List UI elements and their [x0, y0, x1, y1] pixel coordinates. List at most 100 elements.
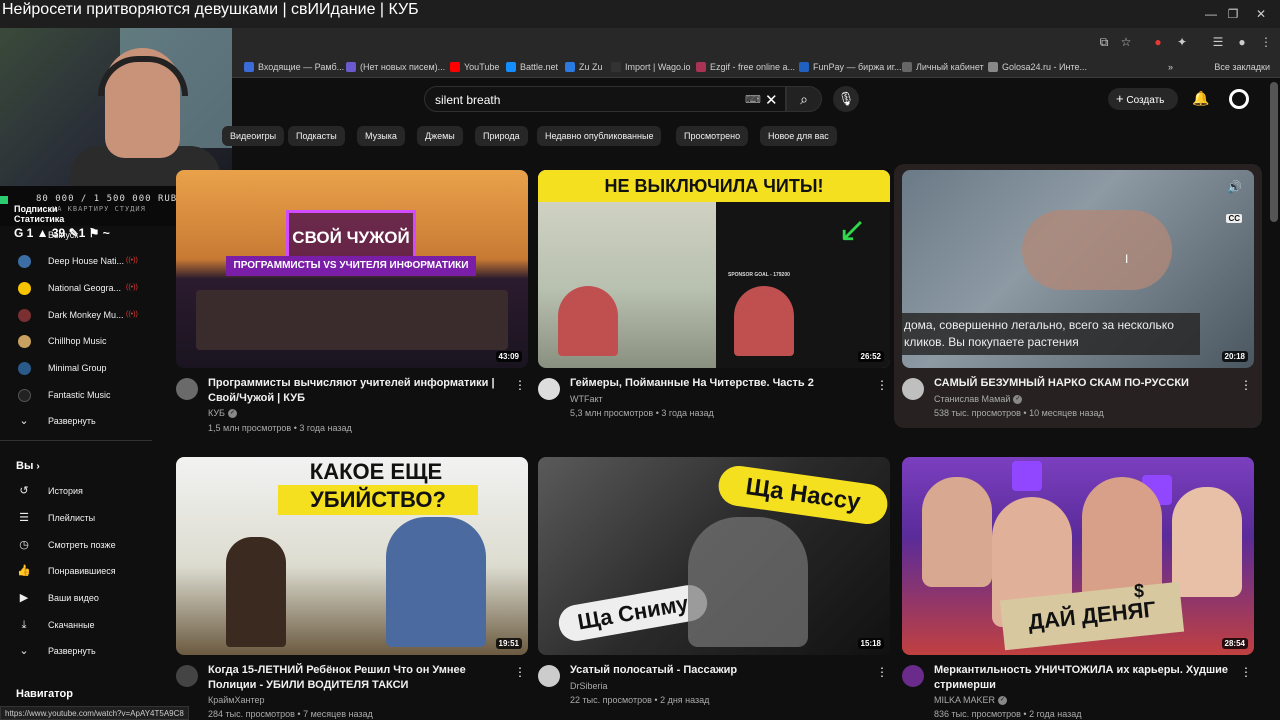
sidebar-subscription-item[interactable]: National Geogra... ((•)) — [0, 275, 160, 301]
chip-jams[interactable]: Джемы — [417, 126, 463, 146]
bookmark-item[interactable]: YouTube — [450, 60, 499, 74]
chip-podcasts[interactable]: Подкасты — [288, 126, 345, 146]
more-options-icon[interactable]: ⋮ — [1240, 665, 1252, 679]
video-channel[interactable]: WTFакт — [570, 394, 603, 404]
search-input[interactable]: silent breath ⌨ ✕ — [424, 86, 786, 112]
clear-search-icon[interactable]: ✕ — [765, 91, 778, 109]
video-channel[interactable]: КраймХантер — [208, 695, 264, 705]
bookmark-item[interactable]: Battle.net — [506, 60, 558, 74]
more-options-icon[interactable]: ⋮ — [1240, 378, 1252, 392]
bookmark-item[interactable]: Ezgif - free online a... — [696, 60, 795, 74]
extensions-puzzle-icon[interactable]: ✦ — [1174, 34, 1190, 50]
chip-nature[interactable]: Природа — [475, 126, 528, 146]
video-thumbnail[interactable]: Ща Нассу Ща Сниму 15:18 — [538, 457, 890, 655]
channel-avatar[interactable] — [902, 378, 924, 400]
video-age: 2 дня назад — [660, 695, 710, 705]
close-window-icon[interactable]: ✕ — [1246, 4, 1276, 24]
chip-videogames[interactable]: Видеоигры — [222, 126, 285, 146]
sidebar-item-watch-later[interactable]: ◷ Смотреть позже — [0, 532, 160, 558]
more-options-icon[interactable]: ⋮ — [514, 378, 526, 392]
bookmark-favicon — [902, 62, 912, 72]
video-thumbnail[interactable]: ДАЙ ДЕНЯГ $ 28:54 — [902, 457, 1254, 655]
sidebar-subscription-item[interactable]: Deep House Nati... ((•)) — [0, 248, 160, 274]
video-title[interactable]: САМЫЙ БЕЗУМНЫЙ НАРКО СКАМ ПО-РУССКИ — [934, 376, 1234, 391]
bookmark-item[interactable]: (Нет новых писем)... — [346, 60, 445, 74]
keyboard-icon[interactable]: ⌨ — [745, 93, 761, 106]
sidebar-item-playlists[interactable]: ☰ Плейлисты — [0, 505, 160, 531]
bookmarks-overflow-icon[interactable]: » — [1168, 60, 1173, 74]
video-channel[interactable]: DrSiberia — [570, 681, 608, 691]
channel-avatar[interactable] — [902, 665, 924, 687]
menu-icon[interactable]: ⋮ — [1258, 34, 1274, 50]
chevron-down-icon: ⌄ — [19, 645, 29, 657]
video-title[interactable]: Геймеры, Пойманные На Читерстве. Часть 2 — [570, 376, 870, 391]
channel-avatar[interactable] — [538, 665, 560, 687]
search-button[interactable]: ⌕ — [786, 86, 822, 112]
video-title[interactable]: Усатый полосатый - Пассажир — [570, 663, 870, 678]
bookmark-item[interactable]: Личный кабинет — [902, 60, 984, 74]
video-card[interactable]: ДАЙ ДЕНЯГ $ 28:54 Меркантильность УНИЧТО… — [902, 457, 1254, 720]
video-thumbnail[interactable]: КАКОЕ ЕЩЕ УБИЙСТВО? 19:51 — [176, 457, 528, 655]
reading-list-icon[interactable]: ☰ — [1210, 34, 1226, 50]
sidebar-item-liked[interactable]: 👍 Понравившиеся — [0, 558, 160, 584]
video-card[interactable]: НЕ ВЫКЛЮЧИЛА ЧИТЫ! SPONSOR GOAL - 179200… — [538, 170, 890, 440]
video-title[interactable]: Программисты вычисляют учителей информат… — [208, 376, 508, 406]
bookmark-item[interactable]: Входящие — Рамб... — [244, 60, 344, 74]
voice-search-button[interactable]: 🎙 — [833, 86, 859, 112]
all-bookmarks-button[interactable]: Все закладки — [1214, 60, 1270, 74]
video-title[interactable]: Когда 15-ЛЕТНИЙ Ребёнок Решил Что он Умн… — [208, 663, 508, 693]
sidebar-item-history[interactable]: ↺ История — [0, 478, 160, 504]
sidebar-subscription-item[interactable]: Fantastic Music — [0, 382, 160, 408]
channel-avatar[interactable] — [538, 378, 560, 400]
sidebar-item-downloads[interactable]: ⤓ Скачанные — [0, 612, 160, 638]
video-card[interactable]: СВОЙ ЧУЖОЙ ПРОГРАММИСТЫ VS УЧИТЕЛЯ ИНФОР… — [176, 170, 528, 440]
chip-recently-uploaded[interactable]: Недавно опубликованные — [537, 126, 662, 146]
video-card[interactable]: 🔊 CC дома, совершенно легально, всего за… — [902, 170, 1254, 430]
bookmark-star-icon[interactable]: ☆ — [1118, 34, 1134, 50]
video-channel[interactable]: КУБ ✓ — [208, 408, 237, 419]
channel-avatar[interactable] — [176, 378, 198, 400]
more-options-icon[interactable]: ⋮ — [876, 665, 888, 679]
more-options-icon[interactable]: ⋮ — [514, 665, 526, 679]
sidebar-subscription-item[interactable]: Minimal Group — [0, 355, 160, 381]
video-title[interactable]: Меркантильность УНИЧТОЖИЛА их карьеры. Х… — [934, 663, 1234, 693]
video-thumbnail[interactable]: СВОЙ ЧУЖОЙ ПРОГРАММИСТЫ VS УЧИТЕЛЯ ИНФОР… — [176, 170, 528, 368]
more-options-icon[interactable]: ⋮ — [876, 378, 888, 392]
bookmark-item[interactable]: Import | Wago.io — [611, 60, 691, 74]
maximize-icon[interactable]: ❐ — [1218, 4, 1248, 24]
profile-icon[interactable]: ● — [1234, 34, 1250, 50]
notifications-bell-icon[interactable]: 🔔 — [1192, 90, 1209, 107]
bookmark-item[interactable]: Zu Zu — [565, 60, 603, 74]
video-thumbnail[interactable]: 🔊 CC дома, совершенно легально, всего за… — [902, 170, 1254, 368]
sidebar-item-your-videos[interactable]: ▶ Ваши видео — [0, 585, 160, 611]
bookmark-item[interactable]: Golosa24.ru - Инте... — [988, 60, 1087, 74]
channel-avatar[interactable] — [176, 665, 198, 687]
video-channel[interactable]: MILKA MAKER ✓ — [934, 695, 1008, 706]
video-thumbnail[interactable]: НЕ ВЫКЛЮЧИЛА ЧИТЫ! SPONSOR GOAL - 179200… — [538, 170, 890, 368]
video-age: 10 месяцев назад — [1029, 408, 1104, 418]
sidebar-item-release[interactable]: Выпуск — [0, 222, 160, 248]
video-age: 3 года назад — [299, 423, 352, 433]
sidebar-you-header[interactable]: Вы › — [16, 460, 40, 472]
install-app-icon[interactable]: ⧉ — [1096, 34, 1112, 50]
captions-icon[interactable]: CC — [1226, 214, 1242, 223]
video-card[interactable]: Ща Нассу Ща Сниму 15:18 Усатый полосатый… — [538, 457, 890, 720]
page-scrollbar[interactable] — [1270, 82, 1278, 222]
chip-watched[interactable]: Просмотрено — [676, 126, 749, 146]
donation-goal-text: НА КВАРТИРУ СТУДИЯ — [52, 205, 146, 213]
sidebar-expand-subscriptions[interactable]: ⌄ Развернуть — [0, 408, 160, 434]
sidebar-subscription-item[interactable]: Chillhop Music — [0, 328, 160, 354]
sidebar-subscription-item[interactable]: Dark Monkey Mu... ((•)) — [0, 302, 160, 328]
chip-new-for-you[interactable]: Новое для вас — [760, 126, 837, 146]
account-avatar[interactable] — [1229, 89, 1249, 109]
bookmark-item[interactable]: FunPay — биржа иг... — [799, 60, 901, 74]
video-card[interactable]: КАКОЕ ЕЩЕ УБИЙСТВО? 19:51 Когда 15-ЛЕТНИ… — [176, 457, 528, 720]
extension-icon[interactable]: ● — [1150, 34, 1166, 50]
volume-icon[interactable]: 🔊 — [1227, 180, 1242, 194]
chevron-right-icon: › — [36, 461, 40, 472]
video-channel[interactable]: Станислав Мамай ✓ — [934, 394, 1023, 405]
sidebar-expand-you[interactable]: ⌄ Развернуть — [0, 638, 160, 664]
chip-music[interactable]: Музыка — [357, 126, 405, 146]
webcam-overlay — [0, 28, 232, 186]
create-button[interactable]: + Создать — [1108, 88, 1178, 110]
